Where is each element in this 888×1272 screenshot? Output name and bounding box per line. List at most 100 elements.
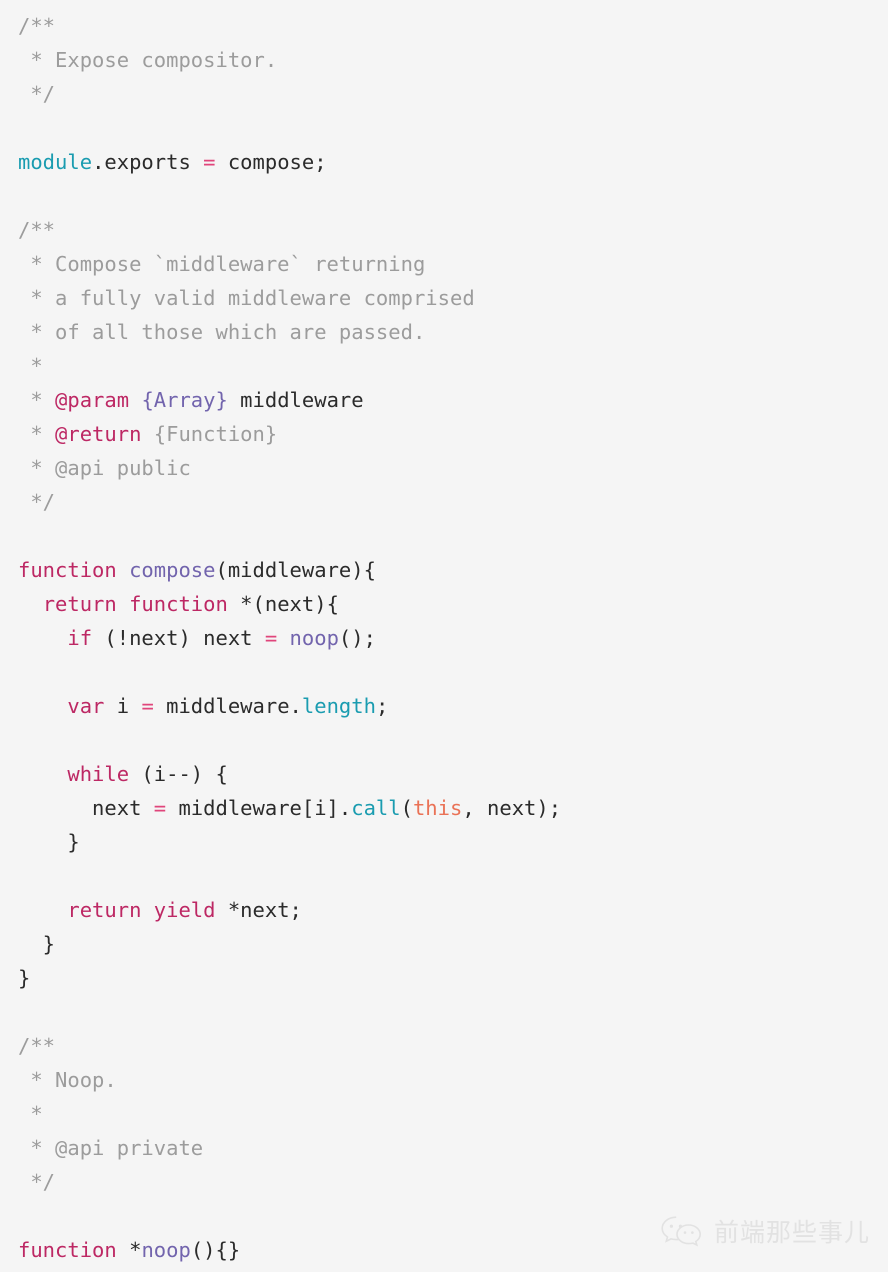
code-line: /**: [18, 213, 888, 247]
code-token: * @api private: [18, 1136, 204, 1160]
code-line: */: [18, 485, 888, 519]
code-token: function: [18, 1238, 117, 1262]
code-token: * a fully valid middleware comprised: [18, 286, 475, 310]
code-token: noop: [141, 1238, 191, 1262]
code-token: }: [18, 966, 31, 990]
code-token: middleware[i].: [166, 796, 352, 820]
code-line: return function *(next){: [18, 587, 888, 621]
code-token: middleware: [227, 388, 364, 412]
code-line: next = middleware[i].call(this, next);: [18, 791, 888, 825]
code-line: var i = middleware.length;: [18, 689, 888, 723]
code-token: * Compose `middleware` returning: [18, 252, 426, 276]
code-line: * @api public: [18, 451, 888, 485]
code-token: * Expose compositor.: [18, 48, 278, 72]
code-token: * @api public: [18, 456, 191, 480]
code-token: compose: [129, 558, 216, 582]
code-line: * Expose compositor.: [18, 43, 888, 77]
code-token: ;: [375, 694, 389, 718]
code-token: *: [18, 388, 56, 412]
code-line: }: [18, 825, 888, 859]
code-token: }: [18, 932, 56, 956]
code-token: .exports: [92, 150, 204, 174]
code-line: * @return {Function}: [18, 417, 888, 451]
code-line: function *noop(){}: [18, 1233, 888, 1267]
code-token: ();: [338, 626, 376, 650]
code-token: i: [104, 694, 142, 718]
code-line: *: [18, 349, 888, 383]
code-token: this: [412, 796, 463, 820]
code-token: *: [18, 1102, 43, 1126]
code-line: return yield *next;: [18, 893, 888, 927]
code-token: (!next) next: [92, 626, 265, 650]
code-token: length: [301, 694, 376, 718]
code-line: */: [18, 77, 888, 111]
code-token: /**: [18, 14, 56, 38]
code-token: *next;: [215, 898, 302, 922]
code-token: noop: [289, 626, 339, 650]
code-token: =: [141, 694, 154, 718]
code-line: *: [18, 1097, 888, 1131]
code-token: */: [18, 490, 56, 514]
code-token: compose;: [215, 150, 327, 174]
code-token: *: [116, 1238, 142, 1262]
code-token: module: [18, 150, 93, 174]
code-line: }: [18, 927, 888, 961]
code-token: /**: [18, 1034, 56, 1058]
code-token: *: [18, 354, 43, 378]
code-line: /**: [18, 1029, 888, 1063]
code-screenshot: /** * Expose compositor. */ module.export…: [0, 0, 888, 1272]
code-line: function compose(middleware){: [18, 553, 888, 587]
code-line: module.exports = compose;: [18, 145, 888, 179]
code-token: , next);: [462, 796, 562, 820]
code-token: (i--) {: [129, 762, 228, 786]
code-token: =: [203, 150, 216, 174]
code-block: /** * Expose compositor. */ module.export…: [18, 9, 888, 1267]
code-line: * @param {Array} middleware: [18, 383, 888, 417]
code-line: * of all those which are passed.: [18, 315, 888, 349]
code-line: if (!next) next = noop();: [18, 621, 888, 655]
code-line: * a fully valid middleware comprised: [18, 281, 888, 315]
code-line: while (i--) {: [18, 757, 888, 791]
code-token: function: [129, 592, 228, 616]
code-token: (: [400, 796, 413, 820]
code-token: @return: [55, 422, 142, 446]
code-line: */: [18, 1165, 888, 1199]
code-token: if: [67, 626, 93, 650]
code-token: return: [67, 898, 142, 922]
code-token: {Array}: [141, 388, 228, 412]
code-token: var: [67, 694, 105, 718]
code-token: *(next){: [227, 592, 339, 616]
code-token: (middleware){: [215, 558, 376, 582]
code-token: */: [18, 82, 56, 106]
code-token: {Function}: [141, 422, 278, 446]
code-token: =: [264, 626, 278, 650]
code-token: }: [18, 830, 80, 854]
code-token: *: [18, 422, 56, 446]
code-token: call: [351, 796, 401, 820]
code-token: @param: [55, 388, 130, 412]
code-token: (){}: [190, 1238, 241, 1262]
code-token: =: [153, 796, 167, 820]
code-token: middleware.: [153, 694, 302, 718]
code-line: * Compose `middleware` returning: [18, 247, 888, 281]
code-line: }: [18, 961, 888, 995]
code-token: /**: [18, 218, 56, 242]
code-token: next: [18, 796, 154, 820]
